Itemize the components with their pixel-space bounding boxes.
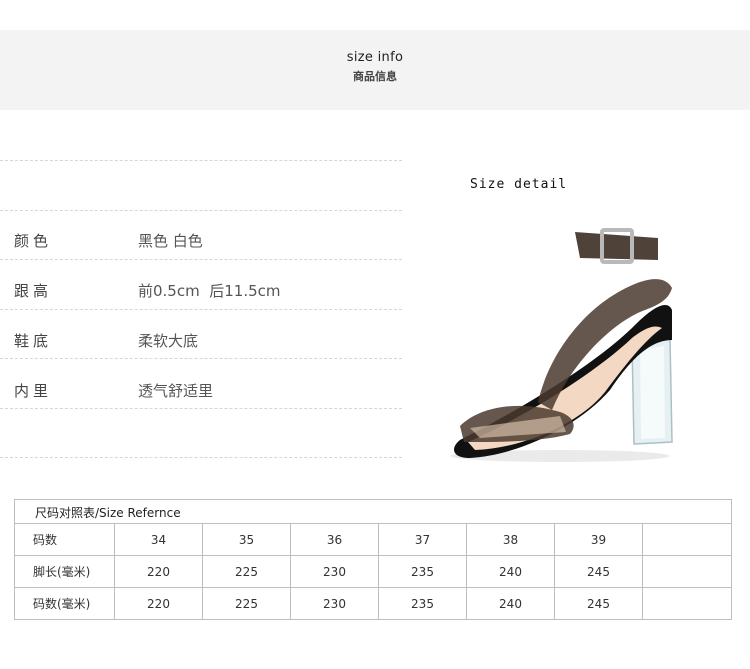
size-table-caption: 尺码对照表/Size Refernce bbox=[15, 500, 731, 524]
attr-label-heel: 跟高 bbox=[14, 282, 53, 300]
table-row: 脚长(毫米) 220 225 230 235 240 245 bbox=[15, 556, 731, 588]
table-cell: 225 bbox=[203, 556, 291, 587]
table-cell: 38 bbox=[467, 524, 555, 555]
table-cell: 240 bbox=[467, 588, 555, 619]
sandal-product-image bbox=[450, 228, 673, 462]
divider bbox=[0, 309, 402, 310]
attr-label-sole: 鞋底 bbox=[14, 332, 53, 350]
table-cell-empty bbox=[643, 524, 731, 555]
table-cell-empty bbox=[643, 556, 731, 587]
divider bbox=[0, 358, 402, 359]
table-cell: 34 bbox=[115, 524, 203, 555]
banner-title-en: size info bbox=[346, 50, 404, 65]
attr-value-sole: 柔软大底 bbox=[138, 332, 199, 350]
header-banner: size info 商品信息 bbox=[0, 30, 750, 110]
table-cell: 235 bbox=[379, 588, 467, 619]
table-cell: 35 bbox=[203, 524, 291, 555]
table-cell: 220 bbox=[115, 588, 203, 619]
table-cell: 225 bbox=[203, 588, 291, 619]
divider bbox=[0, 160, 402, 161]
table-cell: 39 bbox=[555, 524, 643, 555]
row-label: 脚长(毫米) bbox=[15, 556, 115, 587]
attr-label-lining: 内里 bbox=[14, 382, 53, 400]
size-detail-title: Size detail bbox=[470, 177, 568, 192]
attr-label-color: 颜色 bbox=[14, 232, 53, 250]
table-row: 码数 34 35 36 37 38 39 bbox=[15, 524, 731, 556]
table-cell: 245 bbox=[555, 556, 643, 587]
table-cell: 230 bbox=[291, 588, 379, 619]
table-row: 码数(毫米) 220 225 230 235 240 245 bbox=[15, 588, 731, 619]
table-cell: 235 bbox=[379, 556, 467, 587]
table-cell: 240 bbox=[467, 556, 555, 587]
divider bbox=[0, 210, 402, 211]
table-cell: 37 bbox=[379, 524, 467, 555]
size-reference-table: 尺码对照表/Size Refernce 码数 34 35 36 37 38 39… bbox=[14, 499, 732, 620]
attr-value-heel: 前0.5cm 后11.5cm bbox=[138, 282, 281, 300]
table-cell: 36 bbox=[291, 524, 379, 555]
table-cell: 245 bbox=[555, 588, 643, 619]
table-cell-empty bbox=[643, 588, 731, 619]
row-label: 码数 bbox=[15, 524, 115, 555]
attr-value-color: 黑色 白色 bbox=[138, 232, 203, 250]
divider bbox=[0, 408, 402, 409]
row-label: 码数(毫米) bbox=[15, 588, 115, 619]
table-cell: 220 bbox=[115, 556, 203, 587]
divider bbox=[0, 457, 402, 458]
table-cell: 230 bbox=[291, 556, 379, 587]
attr-value-lining: 透气舒适里 bbox=[138, 382, 214, 400]
divider bbox=[0, 259, 402, 260]
banner-title-cn: 商品信息 bbox=[353, 70, 397, 83]
